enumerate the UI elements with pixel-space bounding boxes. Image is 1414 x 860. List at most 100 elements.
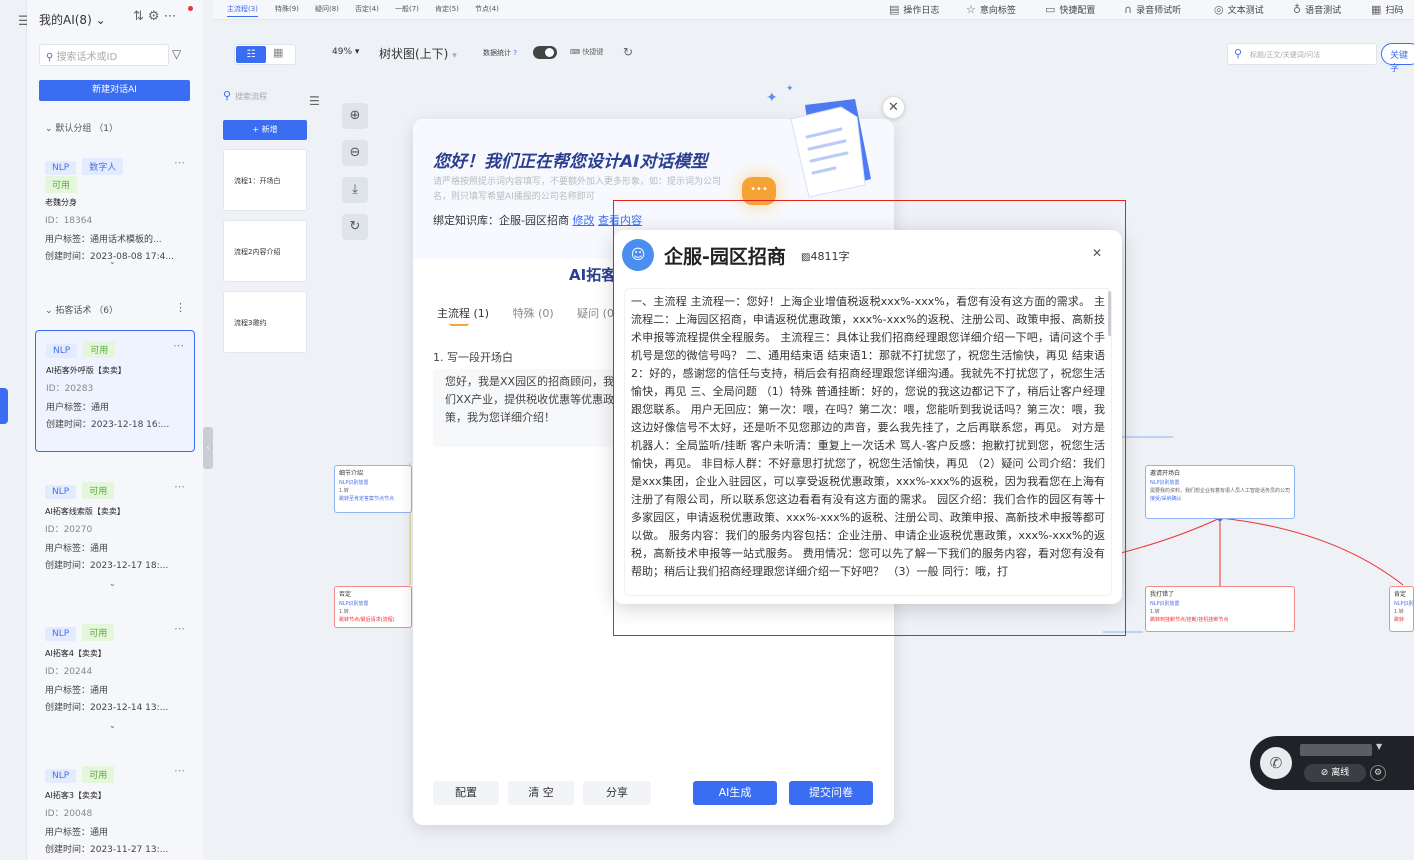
card-more-icon[interactable]: ⋯	[174, 622, 185, 635]
node-title: 否定	[339, 591, 352, 598]
available-tag: 可用	[45, 176, 78, 193]
gear-icon[interactable]: ⚙	[1370, 765, 1386, 781]
kb-label: 绑定知识库：	[433, 214, 499, 227]
dialog-tabs: 主流程 (1) 特殊 (0) 疑问 (0)	[437, 305, 638, 321]
card-name: AI拓客外呼版【卖卖】	[46, 366, 126, 375]
ai-search-input[interactable]: ⚲ 搜索话术或ID	[39, 44, 169, 66]
card-labels: 用户标签：通用	[46, 403, 110, 413]
active-tab-indicator	[449, 323, 469, 326]
kb-name: 企服-园区招商	[499, 214, 569, 227]
filter-icon[interactable]: ▽	[172, 47, 181, 61]
node-tag: NLP识别放置	[1150, 480, 1180, 486]
tab-main-flow[interactable]: 主流程 (1)	[437, 307, 489, 320]
node-line: 1.转	[339, 488, 349, 494]
document-illustration-icon	[790, 99, 871, 198]
kb-close-icon[interactable]: ✕	[1092, 246, 1102, 260]
kb-content-text: 一、主流程 主流程一：您好！上海企业增值税返税xxx%-xxx%，看您有没有这方…	[631, 295, 1105, 578]
node-line: 1.转	[1394, 609, 1404, 615]
call-widget: ✆ ▼ ⊘ 离线 ⚙	[1250, 736, 1414, 790]
card-name: AI拓客线索版【卖卖】	[45, 507, 125, 516]
ai-card[interactable]: NLP 可用 ⋯ AI拓客线索版【卖卖】 ID：20270 用户标签：通用 创建时…	[35, 472, 195, 594]
submit-questionnaire-button[interactable]: 提交问卷	[789, 781, 873, 805]
node-line: 需要我的资料，我们想企业有着有很人员人工智能话务员的公司	[1150, 488, 1291, 494]
offline-status-button[interactable]: ⊘ 离线	[1304, 764, 1366, 782]
nlp-tag: NLP	[45, 161, 77, 175]
opening-text-area[interactable]: 您好，我是XX园区的招商顾问，我们XX产业，提供税收优惠等优惠政策，我为您详细介…	[433, 369, 633, 447]
available-tag: 可用	[82, 766, 115, 783]
rail-active-indicator[interactable]	[0, 388, 8, 424]
node-line: 接受/采纳确认	[1150, 496, 1182, 502]
kb-popup-title: 企服-园区招商	[664, 246, 786, 268]
nlp-tag: NLP	[45, 485, 77, 499]
card-more-icon[interactable]: ⋯	[173, 339, 184, 352]
group-prospecting[interactable]: ⌄ 拓客话术 （6）	[45, 303, 118, 316]
chevron-down-icon[interactable]: ⌄	[109, 579, 116, 588]
node-title: 细节介绍	[339, 470, 364, 477]
chevron-down-icon[interactable]: ⌄	[109, 257, 116, 266]
gear-icon[interactable]: ⚙	[148, 9, 164, 24]
node-line: 跳转	[1394, 617, 1405, 623]
ai-card[interactable]: NLP 可用 ⋯ AI拓客3【卖卖】 ID：20048 用户标签：通用 创建时间：…	[35, 756, 195, 860]
ai-card-selected[interactable]: NLP 可用 ⋯ AI拓客外呼版【卖卖】 ID：20283 用户标签：通用 创建时…	[35, 330, 195, 452]
card-name: 老魏分身	[45, 198, 77, 207]
kb-edit-link[interactable]: 修改	[572, 214, 594, 227]
kb-view-link[interactable]: 查看内容	[598, 214, 642, 227]
ai-card[interactable]: NLP 数字人 ⋯ 可用 老魏分身 ID：18364 用户标签：通用话术模板的..…	[35, 148, 195, 270]
sort-icon[interactable]: ⇅	[133, 9, 148, 24]
card-labels: 用户标签：通用话术模板的...	[45, 235, 162, 245]
card-labels: 用户标签：通用	[45, 686, 109, 696]
caret-down-icon[interactable]: ▼	[1376, 742, 1382, 751]
search-icon: ⚲	[46, 52, 54, 63]
new-ai-button[interactable]: 新建对话AI	[39, 80, 190, 101]
panel-collapse-handle[interactable]: ‹	[203, 427, 213, 469]
kb-content-area[interactable]: 一、主流程 主流程一：您好！上海企业增值税返税xxx%-xxx%，看您有没有这方…	[624, 288, 1112, 596]
card-name: AI拓客4【卖卖】	[45, 649, 106, 658]
caller-name-redacted	[1300, 744, 1372, 756]
clear-button[interactable]: 清 空	[508, 781, 574, 805]
card-created: 创建时间：2023-12-18 16:...	[46, 420, 170, 430]
group-more-icon[interactable]: ⋮	[175, 301, 186, 314]
share-button[interactable]: 分享	[583, 781, 651, 805]
kb-scrollbar[interactable]	[1108, 291, 1111, 336]
node-line: 1.转	[1150, 609, 1160, 615]
notification-dot	[188, 6, 193, 11]
flow-node[interactable]: 细节介绍 NLP识别放置 1.转 跳转至肯定答案节点节点	[334, 465, 412, 513]
card-labels: 用户标签：通用	[45, 828, 109, 838]
card-id: ID：20244	[45, 667, 93, 677]
group-default[interactable]: ⌄ 默认分组 （1）	[45, 121, 118, 134]
nlp-tag: NLP	[45, 769, 77, 783]
flow-node[interactable]: 邀请开场白 NLP识别放置 需要我的资料，我们想企业有着有很人员人工智能话务员的…	[1145, 465, 1295, 519]
flow-node[interactable]: 我打错了 NLP识别放置 1.转 跳转到挂断节点/挂断/挂机挂断节点	[1145, 586, 1295, 632]
config-button[interactable]: 配置	[433, 781, 499, 805]
chat-bubble-icon: •••	[742, 177, 776, 205]
node-tag: NLP识别	[1394, 601, 1413, 607]
card-more-icon[interactable]: ⋯	[174, 156, 185, 169]
dialog-close-icon[interactable]: ✕	[882, 96, 905, 119]
knowledge-base-popup: ☺ 企服-园区招商 ▨4811字 ✕ 一、主流程 主流程一：您好！上海企业增值税…	[614, 230, 1122, 604]
ai-generate-button[interactable]: AI生成	[693, 781, 777, 805]
tab-special[interactable]: 特殊 (0)	[513, 307, 554, 320]
more-icon[interactable]: ⋯	[164, 9, 181, 24]
ai-list-header-icons: ⇅⚙⋯	[133, 9, 181, 24]
node-line: 跳转到挂断节点/挂断/挂机挂断节点	[1150, 617, 1229, 623]
kb-avatar-icon: ☺	[622, 239, 654, 271]
ai-list-title[interactable]: 我的AI(8) ⌄	[39, 11, 106, 28]
left-rail: ☰	[0, 0, 30, 860]
tab-question[interactable]: 疑问 (0)	[577, 307, 618, 320]
sparkle-icon: ✦	[766, 90, 778, 106]
ai-card[interactable]: NLP 可用 ⋯ AI拓客4【卖卖】 ID：20244 用户标签：通用 创建时间：…	[35, 614, 195, 736]
flow-node[interactable]: 肯定 NLP识别 1.转 跳转	[1389, 586, 1414, 632]
flow-node[interactable]: 否定 NLP识别放置 1.转 跳转节点/最后请求(流程)	[334, 586, 412, 628]
kb-word-count: ▨4811字	[801, 250, 850, 263]
chevron-down-icon[interactable]: ⌄	[109, 721, 116, 730]
card-more-icon[interactable]: ⋯	[174, 480, 185, 493]
node-line: 1.转	[339, 609, 349, 615]
node-title: 肯定	[1394, 591, 1407, 598]
offline-icon: ⊘	[1320, 768, 1329, 778]
dialog-title: 您好！我们正在帮您设计AI对话模型	[433, 152, 708, 172]
dialog-subtitle: 请严格按照提示词内容填写，不要额外加入更多形象，如：提示词为公司名，则只填写希望…	[433, 177, 722, 202]
phone-icon[interactable]: ✆	[1260, 747, 1292, 779]
card-id: ID：20048	[45, 809, 93, 819]
available-tag: 可用	[82, 482, 115, 499]
card-more-icon[interactable]: ⋯	[174, 764, 185, 777]
